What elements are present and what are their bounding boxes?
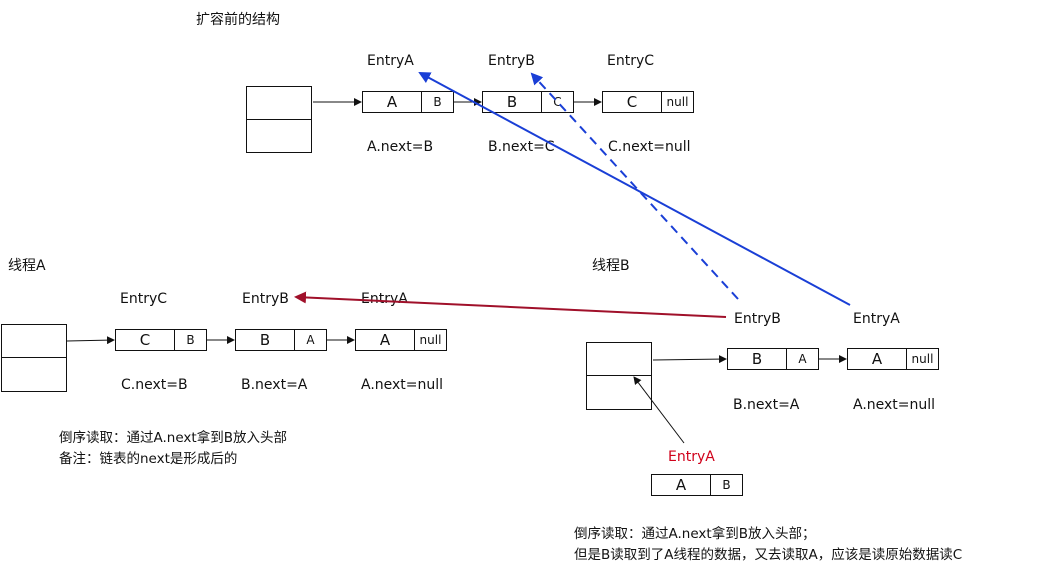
thread-a-entry-c-label: EntryC — [120, 291, 168, 307]
node-key: C — [116, 330, 175, 350]
top-next-b: B.next=C — [488, 139, 555, 155]
connector-layer — [66, 72, 851, 444]
bucket-cell — [587, 376, 651, 409]
thread-a-entry-a-label: EntryA — [361, 291, 408, 307]
top-bucket-table — [246, 86, 312, 153]
thread-a-next-c: C.next=B — [121, 377, 188, 393]
thread-a-note-1: 倒序读取：通过A.next拿到B放入头部 — [59, 430, 287, 446]
thread-a-title: 线程A — [8, 258, 46, 274]
node-key: A — [363, 92, 422, 112]
thread-a-next-a: A.next=null — [361, 377, 444, 393]
node-key: B — [483, 92, 542, 112]
thread-b-bucket-table — [586, 342, 652, 410]
thread-b-pending-node: A B — [651, 474, 743, 496]
node-pointer: B — [433, 95, 442, 109]
thread-b-note-1: 倒序读取：通过A.next拿到B放入头部； — [574, 526, 816, 542]
node-key: A — [356, 330, 415, 350]
thread-b-bucket-to-b-arrow — [652, 355, 727, 364]
node-key: C — [603, 92, 662, 112]
bucket-cell — [587, 343, 651, 376]
thread-a-bucket-to-c-arrow — [66, 336, 115, 345]
thread-b-node-a: A null — [847, 348, 939, 370]
thread-b-entry-a-label: EntryA — [853, 311, 900, 327]
top-node-c: C null — [602, 91, 694, 113]
node-pointer: null — [666, 95, 689, 109]
thread-b-node-b: B A — [727, 348, 819, 370]
thread-b-next-b: B.next=A — [733, 397, 800, 413]
top-entry-b-label: EntryB — [488, 53, 535, 69]
node-key: B — [728, 349, 787, 369]
thread-a-bucket-table — [1, 324, 67, 392]
top-node-b: B C — [482, 91, 574, 113]
top-node-a: A B — [362, 91, 454, 113]
node-key: A — [652, 475, 711, 495]
node-pointer: B — [186, 333, 195, 347]
node-key: A — [848, 349, 907, 369]
node-pointer: C — [553, 95, 562, 109]
bucket-cell — [247, 87, 311, 120]
top-entry-a-label: EntryA — [367, 53, 414, 69]
node-pointer: A — [798, 352, 807, 366]
thread-a-node-c: C B — [115, 329, 207, 351]
thread-a-next-b: B.next=A — [241, 377, 308, 393]
top-next-c: C.next=null — [608, 139, 691, 155]
thread-a-node-a: A null — [355, 329, 447, 351]
node-key: B — [236, 330, 295, 350]
node-pointer: null — [911, 352, 934, 366]
thread-a-node-b: B A — [235, 329, 327, 351]
thread-a-note-2: 备注：链表的next是形成后的 — [59, 451, 238, 467]
top-title: 扩容前的结构 — [196, 12, 280, 28]
thread-b-note-2: 但是B读取到了A线程的数据，又去读取A，应该是读原始数据读C — [574, 547, 963, 563]
node-pointer: A — [306, 333, 315, 347]
thread-b-pending-entry-label: EntryA — [668, 449, 715, 465]
top-next-a: A.next=B — [367, 139, 434, 155]
thread-b-title: 线程B — [592, 258, 630, 274]
node-pointer: B — [722, 478, 731, 492]
bucket-cell — [2, 325, 66, 358]
top-entry-c-label: EntryC — [607, 53, 655, 69]
bucket-cell — [247, 120, 311, 153]
thread-a-entry-b-label: EntryB — [242, 291, 289, 307]
node-pointer: null — [419, 333, 442, 347]
thread-b-entry-b-label: EntryB — [734, 311, 781, 327]
thread-b-next-a: A.next=null — [853, 397, 936, 413]
bucket-cell — [2, 358, 66, 391]
